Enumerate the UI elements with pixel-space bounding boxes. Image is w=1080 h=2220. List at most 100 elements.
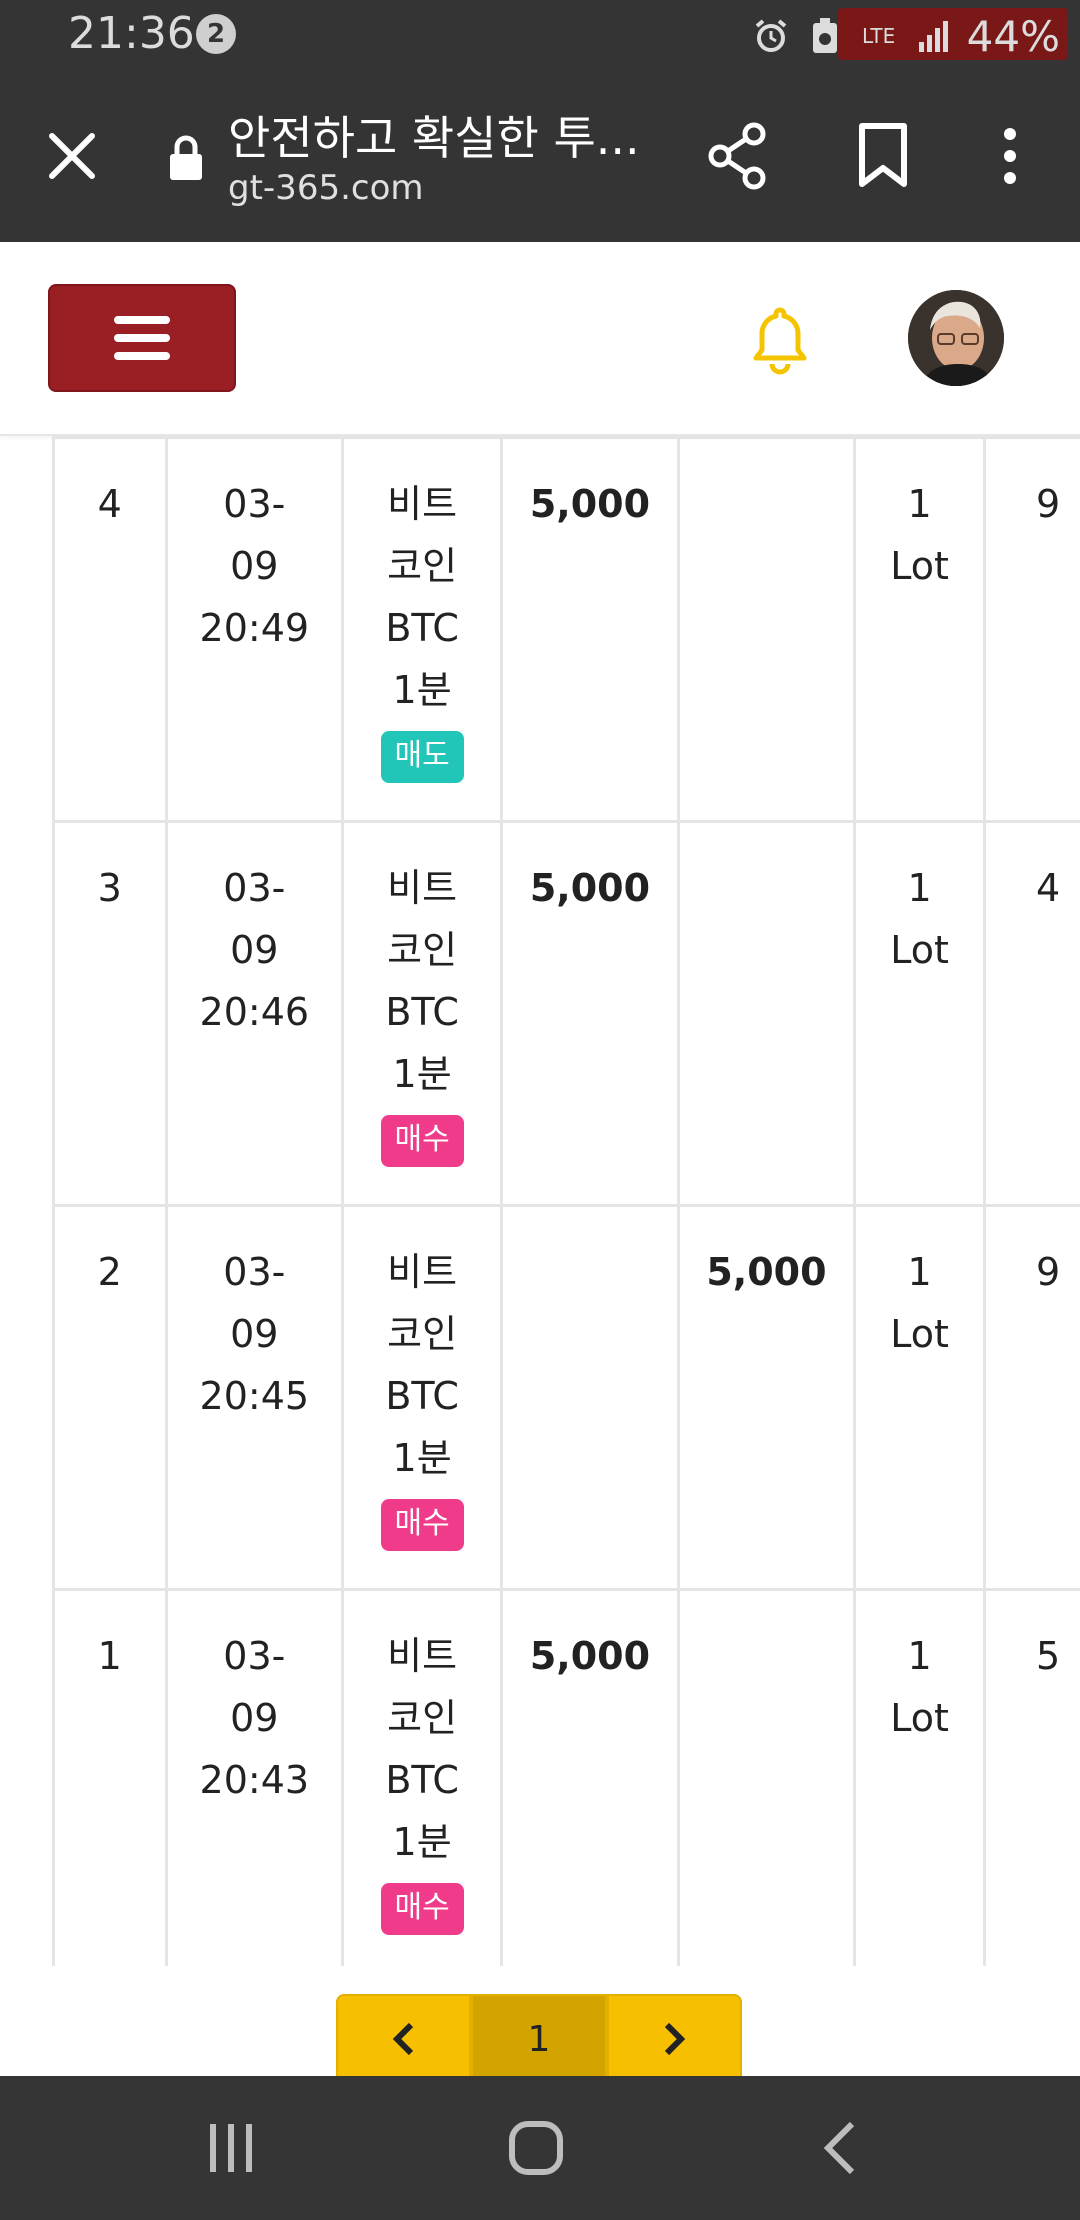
extra-cell: 9 — [982, 1204, 1080, 1591]
network-type: LTE — [862, 24, 896, 48]
trade-date-day: 09 — [230, 1696, 279, 1740]
lot-unit: Lot — [890, 928, 949, 972]
table-row: 2 03- 09 20:45 비트 코인 BTC 1분 매수 5,000 1 Lot 9 — [52, 1204, 1080, 1591]
win-amount — [500, 1204, 680, 1591]
page-url[interactable]: gt-365.com — [228, 168, 424, 208]
trade-date: 03- — [223, 482, 286, 526]
item-symbol: BTC — [385, 990, 459, 1034]
status-icons: LTE 44% — [751, 8, 1060, 64]
item-symbol: BTC — [385, 1374, 459, 1418]
trade-date-day: 09 — [230, 1312, 279, 1356]
recent-apps-icon[interactable] — [208, 2122, 256, 2174]
hamburger-icon-bar — [114, 334, 170, 342]
next-page-button[interactable] — [606, 1994, 742, 2084]
alarm-icon — [751, 16, 791, 56]
chevron-right-icon — [665, 2022, 686, 2056]
system-navigation-bar — [0, 2076, 1080, 2220]
extra-value: 9 — [1035, 482, 1061, 526]
extra-cell: 4 — [982, 820, 1080, 1207]
trade-date: 03- — [223, 866, 286, 910]
row-number: 3 — [52, 820, 168, 1207]
trade-table: 4 03- 09 20:49 비트 코인 BTC 1분 매도 5,000 1 Lot 9 3 … — [52, 436, 1080, 1966]
item-interval: 1분 — [392, 1052, 452, 1096]
item-name-2: 코인 — [387, 1696, 458, 1740]
buy-badge: 매수 — [380, 1115, 464, 1167]
prev-page-button[interactable] — [336, 1994, 472, 2084]
lot-unit: Lot — [890, 544, 949, 588]
extra-cell: 5 — [982, 1588, 1080, 1966]
lot-cell: 1 Lot — [853, 436, 986, 823]
lot-cell: 1 Lot — [853, 1588, 986, 1966]
extra-cell: 9 — [982, 436, 1080, 823]
win-amount: 5,000 — [500, 436, 680, 823]
menu-button[interactable] — [48, 284, 236, 392]
table-row: 1 03- 09 20:43 비트코인 BTC 1분매수 5,000 1 Lot 5 — [52, 1588, 1080, 1966]
lose-amount — [676, 820, 857, 1207]
browser-toolbar: 안전하고 확실한 투... gt-365.com — [0, 72, 1080, 242]
item-name: 비트 — [387, 1250, 458, 1294]
item-name: 비트 — [387, 1634, 458, 1678]
lot-count: 1 — [907, 1634, 932, 1678]
avatar[interactable] — [908, 290, 1004, 386]
lose-amount — [676, 1588, 857, 1966]
row-number: 4 — [52, 436, 168, 823]
item-interval: 1분 — [392, 668, 452, 712]
bookmark-icon[interactable] — [856, 120, 910, 192]
more-options-icon[interactable] — [990, 120, 1030, 192]
lot-count: 1 — [907, 866, 932, 910]
extra-value: 9 — [1035, 1250, 1061, 1294]
trade-date-cell: 03- 09 20:45 — [164, 1204, 345, 1591]
row-number: 1 — [52, 1588, 168, 1966]
share-icon[interactable] — [706, 120, 770, 192]
item-name: 비트 — [387, 866, 458, 910]
buy-badge: 매수 — [380, 1499, 464, 1551]
lock-icon — [168, 134, 204, 182]
home-icon[interactable] — [508, 2120, 564, 2176]
battery-percent: 44% — [966, 11, 1060, 61]
trade-date-day: 09 — [230, 928, 279, 972]
trade-date-cell: 03- 09 20:43 — [164, 1588, 345, 1966]
lot-cell: 1 Lot — [853, 1204, 986, 1591]
bell-icon[interactable] — [748, 304, 812, 376]
extra-value: 4 — [1035, 866, 1061, 910]
chevron-left-icon — [392, 2022, 413, 2056]
hamburger-icon-bar — [114, 352, 170, 360]
item-symbol: BTC — [385, 606, 459, 650]
trade-date: 03- — [223, 1634, 286, 1678]
lot-unit: Lot — [890, 1696, 949, 1740]
win-amount: 5,000 — [500, 820, 680, 1207]
item-name-2: 코인 — [387, 1312, 458, 1356]
pagination: 1 — [336, 1994, 742, 2084]
trade-date-cell: 03- 09 20:49 — [164, 436, 345, 823]
trade-time: 20:43 — [199, 1758, 310, 1802]
trade-date-day: 09 — [230, 544, 279, 588]
lot-count: 1 — [907, 482, 932, 526]
status-bar: 21:36 2 LTE 44% — [0, 0, 1080, 72]
trade-date-cell: 03- 09 20:46 — [164, 820, 345, 1207]
notification-count-badge: 2 — [196, 14, 236, 54]
item-name-2: 코인 — [387, 544, 458, 588]
item-name-2: 코인 — [387, 928, 458, 972]
page-number-button[interactable]: 1 — [471, 1994, 607, 2084]
table-row: 3 03- 09 20:46 비트코인 BTC 1분매수 5,000 1 Lot 4 — [52, 820, 1080, 1207]
item-symbol: BTC — [385, 1758, 459, 1802]
close-icon[interactable] — [40, 124, 104, 188]
app-header — [0, 242, 1080, 436]
sell-badge: 매도 — [380, 731, 464, 783]
win-amount: 5,000 — [500, 1588, 680, 1966]
back-icon[interactable] — [820, 2120, 860, 2176]
lot-count: 1 — [907, 1250, 932, 1294]
lose-amount: 5,000 — [676, 1204, 857, 1591]
battery-saver-icon — [805, 16, 845, 56]
item-interval: 1분 — [392, 1436, 452, 1480]
buy-badge: 매수 — [380, 1883, 464, 1935]
table-row: 4 03- 09 20:49 비트 코인 BTC 1분 매도 5,000 1 Lot 9 — [52, 436, 1080, 823]
trade-item-cell: 비트코인 BTC 1분매수 — [341, 1588, 504, 1966]
lose-amount — [676, 436, 857, 823]
signal-icon — [913, 16, 953, 56]
hamburger-icon — [114, 316, 170, 324]
trade-time: 20:45 — [199, 1374, 310, 1418]
item-interval: 1분 — [392, 1820, 452, 1864]
extra-value: 5 — [1035, 1634, 1061, 1678]
trade-time: 20:46 — [199, 990, 310, 1034]
